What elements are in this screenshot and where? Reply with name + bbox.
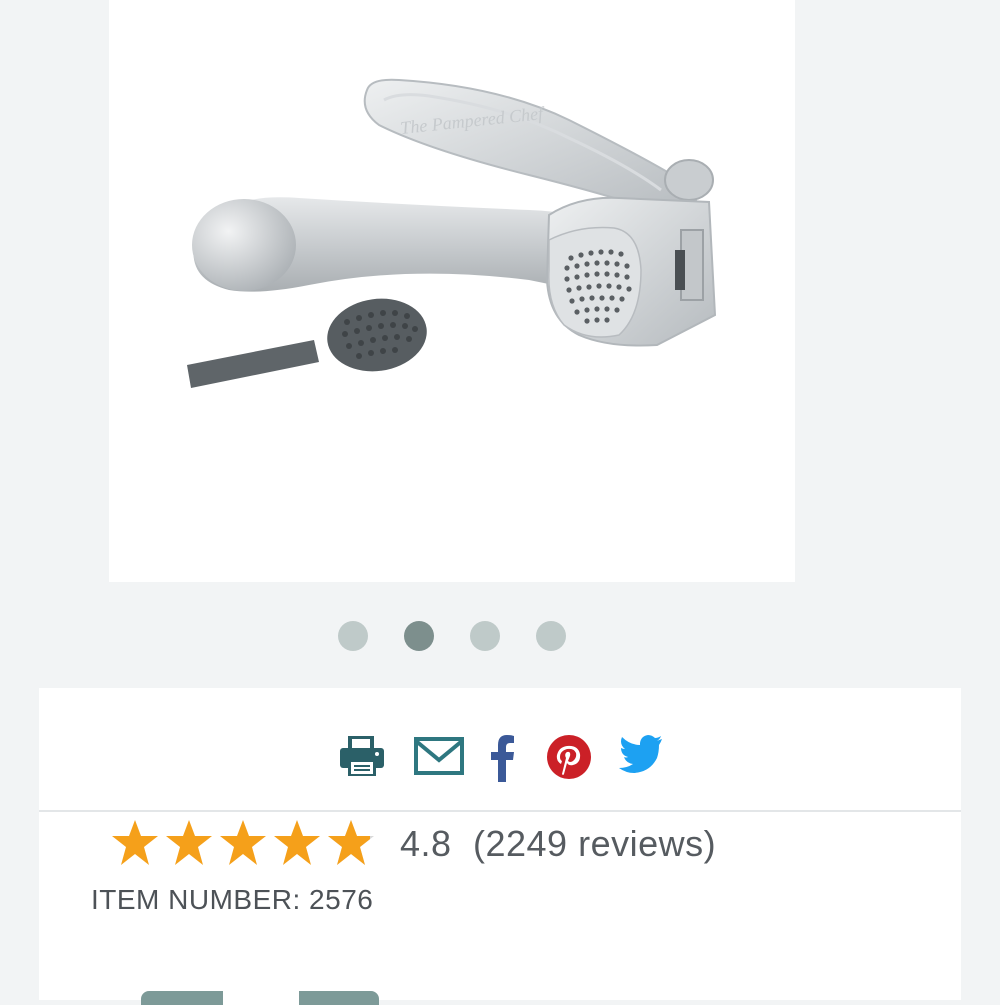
carousel-dots xyxy=(0,621,1000,651)
star-icon xyxy=(220,820,266,865)
print-icon[interactable] xyxy=(337,734,387,778)
share-bar xyxy=(39,688,961,812)
rating-value: 4.8 xyxy=(400,823,452,864)
star-icon xyxy=(328,820,374,865)
carousel-dot-3[interactable] xyxy=(470,621,500,651)
star-icon xyxy=(274,820,320,865)
carousel-dot-2-active[interactable] xyxy=(404,621,434,651)
facebook-icon[interactable] xyxy=(487,734,517,782)
quantity-stepper[interactable] xyxy=(141,991,379,1005)
quantity-field[interactable] xyxy=(223,991,299,1005)
star-icon xyxy=(112,820,158,865)
review-count-link[interactable]: (2249 reviews) xyxy=(473,823,716,865)
star-icon xyxy=(166,820,212,865)
product-details-card: 4.8 (2249 reviews) ITEM NUMBER: 2576 xyxy=(39,688,961,1005)
twitter-icon[interactable] xyxy=(617,734,667,778)
email-icon[interactable] xyxy=(413,734,464,778)
carousel-dot-1[interactable] xyxy=(338,621,368,651)
garlic-press-illustration: The Pampered Chef xyxy=(187,78,717,388)
carousel-dot-4[interactable] xyxy=(536,621,566,651)
item-number: ITEM NUMBER: 2576 xyxy=(91,884,374,915)
pinterest-icon[interactable] xyxy=(546,734,592,779)
product-image[interactable]: The Pampered Chef xyxy=(109,0,795,582)
